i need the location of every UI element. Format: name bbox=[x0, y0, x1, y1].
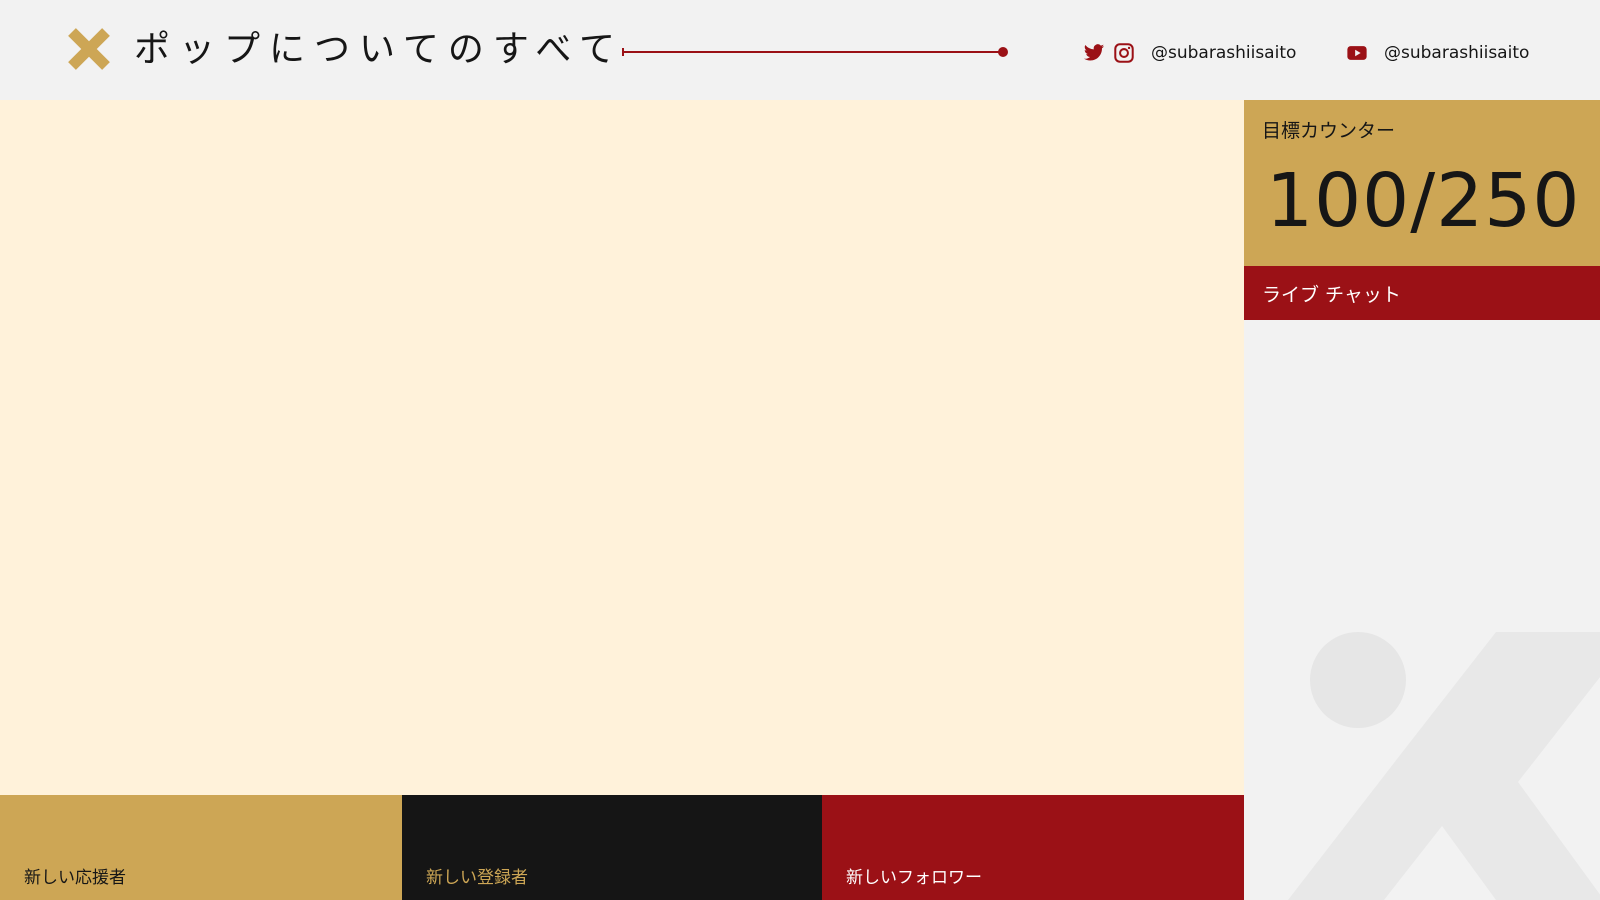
alert-new-follower: 新しいフォロワー bbox=[822, 795, 1244, 900]
goal-counter-panel: 目標カウンター 100/250 bbox=[1244, 100, 1600, 266]
social-handle[interactable]: @subarashiisaito bbox=[1384, 43, 1529, 63]
social-handle[interactable]: @subarashiisaito bbox=[1151, 43, 1296, 63]
goal-counter-label: 目標カウンター bbox=[1262, 120, 1396, 142]
goal-counter-value: 100/250 bbox=[1266, 158, 1581, 244]
social-youtube: @subarashiisaito bbox=[1346, 38, 1529, 68]
alert-new-subscriber: 新しい登録者 bbox=[402, 795, 822, 900]
social-twitter-instagram: @subarashiisaito bbox=[1083, 38, 1296, 68]
x-mark-icon bbox=[68, 28, 110, 70]
title-divider-line bbox=[622, 47, 1008, 57]
page-title: ポップについてのすべて bbox=[134, 29, 624, 70]
alert-new-supporter: 新しい応援者 bbox=[0, 795, 402, 900]
instagram-icon[interactable] bbox=[1113, 42, 1135, 64]
alert-label: 新しい応援者 bbox=[24, 868, 126, 888]
youtube-icon[interactable] bbox=[1346, 42, 1368, 64]
live-chat-header: ライブ チャット bbox=[1244, 266, 1600, 320]
alert-label: 新しい登録者 bbox=[426, 868, 528, 888]
header-bar: ポップについてのすべて @subarashiisaito @subarashii… bbox=[0, 0, 1600, 100]
main-video-area bbox=[0, 100, 1244, 795]
decorative-x-watermark bbox=[1288, 632, 1600, 900]
alert-label: 新しいフォロワー bbox=[846, 868, 982, 888]
twitter-icon[interactable] bbox=[1083, 42, 1105, 64]
live-chat-label: ライブ チャット bbox=[1262, 284, 1401, 306]
